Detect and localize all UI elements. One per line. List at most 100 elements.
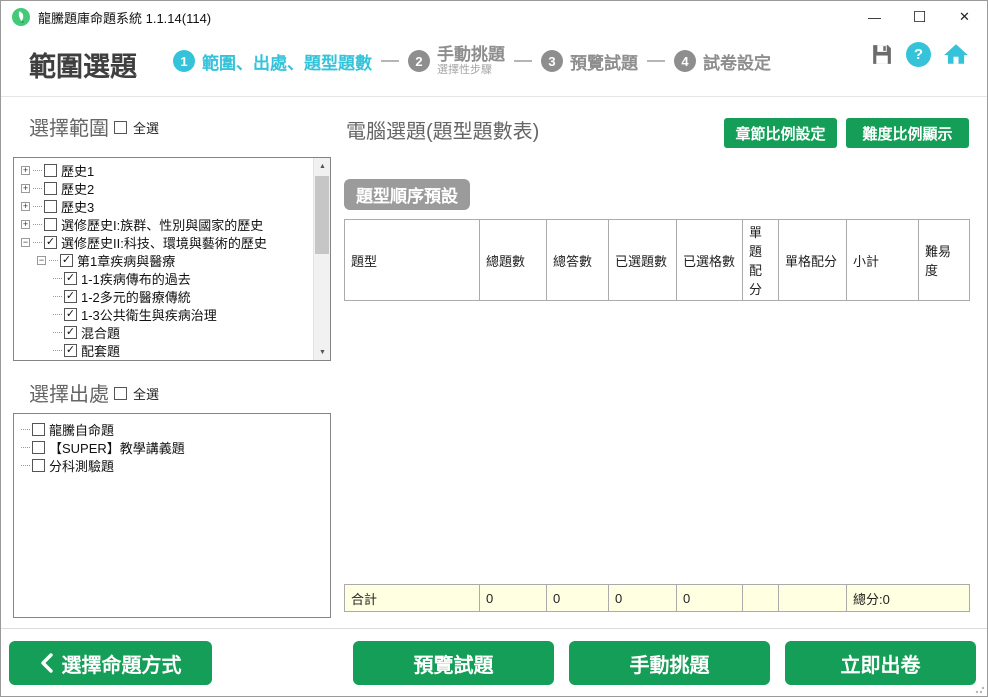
source-checkbox[interactable]	[32, 440, 45, 454]
source-list-box: 龍騰自命題 【SUPER】教學講義題 分科測驗題	[13, 413, 331, 618]
tree-connector	[33, 223, 42, 225]
manual-pick-button[interactable]: 手動挑題	[569, 641, 770, 685]
expand-icon[interactable]: +	[21, 165, 30, 175]
help-icon[interactable]: ?	[906, 41, 931, 67]
step-indicator: 1 範圍、出處、題型題數 2 手動挑題 選擇性步驟 3 預覽試題 4 試卷設定	[173, 39, 771, 83]
source-checkbox[interactable]	[32, 422, 45, 436]
collapse-icon[interactable]: −	[21, 237, 30, 247]
step-4-label: 試卷設定	[703, 53, 771, 73]
tree-item-label[interactable]: 1-2多元的醫療傳統	[81, 287, 191, 306]
tree-checkbox[interactable]: ✓	[44, 235, 57, 249]
list-item[interactable]: 龍騰自命題	[14, 420, 330, 438]
tree-item-label[interactable]: 歷史1	[61, 161, 94, 180]
tree-checkbox[interactable]: ✓	[64, 325, 77, 339]
source-item-label[interactable]: 【SUPER】教學講義題	[49, 438, 185, 457]
scope-select-all[interactable]: 全選	[114, 118, 159, 137]
tree-item[interactable]: ✓ 1-2多元的醫療傳統	[14, 287, 313, 305]
source-select-all-label: 全選	[133, 387, 160, 402]
close-button[interactable]: ✕	[942, 1, 987, 33]
type-order-default-button[interactable]: 題型順序預設	[344, 179, 470, 210]
tree-item-label[interactable]: 歷史2	[61, 179, 94, 198]
tree-item-label[interactable]: 配套題	[81, 341, 120, 360]
tree-item-label[interactable]: 選修歷史I:族群、性別與國家的歷史	[61, 215, 263, 234]
tree-item[interactable]: ✓ 1-1疾病傳布的過去	[14, 269, 313, 287]
selected-questions-value: 0	[608, 584, 677, 612]
expand-icon[interactable]: +	[21, 201, 30, 211]
save-icon[interactable]	[868, 41, 894, 67]
column-header: 總答數	[546, 219, 609, 301]
tree-checkbox[interactable]: ✓	[64, 307, 77, 321]
source-item-label[interactable]: 龍騰自命題	[49, 420, 114, 439]
step-1-scope: 1 範圍、出處、題型題數	[173, 49, 372, 74]
collapse-icon[interactable]: −	[37, 255, 46, 265]
tree-item[interactable]: − ✓ 選修歷史II:科技、環境與藝術的歷史	[14, 233, 313, 251]
back-to-method-button[interactable]: 選擇命題方式	[9, 641, 212, 685]
source-select-all-checkbox[interactable]	[114, 387, 127, 400]
header-icons: ?	[868, 41, 969, 67]
app-window: 龍騰題庫命題系統 1.1.14(114) — ☐ ✕ 範圍選題 1 範圍、出處、…	[0, 0, 988, 697]
chapter-ratio-button[interactable]: 章節比例設定	[724, 118, 837, 148]
column-header: 已選題數	[608, 219, 677, 301]
expand-icon[interactable]: +	[21, 219, 30, 229]
tree-item[interactable]: ✓ 混合題	[14, 323, 313, 341]
tree-item-label[interactable]: 歷史3	[61, 197, 94, 216]
step-3-circle: 3	[541, 50, 563, 72]
tree-checkbox[interactable]: ✓	[60, 253, 73, 267]
tree-checkbox[interactable]	[44, 199, 57, 213]
tree-item-label[interactable]: 1-1疾病傳布的過去	[81, 269, 191, 288]
tree-item[interactable]: + 歷史1	[14, 161, 313, 179]
source-item-label[interactable]: 分科測驗題	[49, 456, 114, 475]
resize-grip[interactable]	[975, 684, 985, 694]
tree-connector	[33, 169, 42, 171]
step-1-label: 範圍、出處、題型題數	[202, 53, 372, 73]
tree-item[interactable]: − ✓ 第1章疾病與醫療	[14, 251, 313, 269]
header-divider	[1, 96, 987, 97]
scroll-down-icon[interactable]: ▼	[314, 344, 330, 360]
difficulty-ratio-button[interactable]: 難度比例顯示	[846, 118, 969, 148]
maximize-button[interactable]: ☐	[897, 1, 942, 33]
step-2-manual-pick: 2 手動挑題 選擇性步驟	[408, 45, 505, 77]
scope-tree-box: + 歷史1 + 歷史2 + 歷史3 + 選修歷史I:族群、性別與國家的歷史 − …	[13, 157, 331, 361]
tree-item-label[interactable]: 選修歷史II:科技、環境與藝術的歷史	[61, 233, 267, 252]
tree-item[interactable]: ✓ 1-3公共衛生與疾病治理	[14, 305, 313, 323]
tree-checkbox[interactable]	[44, 217, 57, 231]
tree-checkbox[interactable]	[44, 181, 57, 195]
total-score-value: 總分:0	[846, 584, 970, 612]
step-3-preview: 3 預覽試題	[541, 49, 638, 74]
tree-item-label[interactable]: 混合題	[81, 323, 120, 342]
step-2-sublabel: 選擇性步驟	[437, 64, 492, 77]
tree-checkbox[interactable]: ✓	[64, 343, 77, 357]
scrollbar-thumb[interactable]	[315, 176, 329, 254]
minimize-button[interactable]: —	[852, 1, 897, 33]
tree-checkbox[interactable]: ✓	[64, 289, 77, 303]
list-item[interactable]: 【SUPER】教學講義題	[14, 438, 330, 456]
generate-paper-button[interactable]: 立即出卷	[785, 641, 976, 685]
source-checkbox[interactable]	[32, 458, 45, 472]
preview-questions-button[interactable]: 預覽試題	[353, 641, 554, 685]
tree-connector	[53, 349, 62, 351]
tree-item[interactable]: + 選修歷史I:族群、性別與國家的歷史	[14, 215, 313, 233]
tree-scrollbar[interactable]: ▲ ▼	[313, 158, 330, 360]
tree-item[interactable]: + 歷史3	[14, 197, 313, 215]
scope-section-title: 選擇範圍	[29, 118, 109, 140]
scroll-up-icon[interactable]: ▲	[314, 158, 330, 174]
column-header: 題型	[344, 219, 480, 301]
tree-item[interactable]: ✓ 配套題	[14, 341, 313, 359]
source-section-title: 選擇出處	[29, 384, 109, 406]
preview-button-label: 預覽試題	[413, 654, 494, 677]
expand-icon[interactable]: +	[21, 183, 30, 193]
tree-item-label[interactable]: 1-3公共衛生與疾病治理	[81, 305, 217, 324]
tree-connector	[21, 428, 30, 430]
tree-item[interactable]: + 歷史2	[14, 179, 313, 197]
list-item[interactable]: 分科測驗題	[14, 456, 330, 474]
step-connector	[514, 60, 532, 62]
column-header: 單題配分	[742, 219, 779, 301]
home-icon[interactable]	[943, 41, 969, 67]
tree-connector	[21, 464, 30, 466]
selected-cells-value: 0	[676, 584, 743, 612]
tree-checkbox[interactable]	[44, 163, 57, 177]
scope-select-all-checkbox[interactable]	[114, 121, 127, 134]
tree-item-label[interactable]: 第1章疾病與醫療	[77, 251, 175, 270]
source-select-all[interactable]: 全選	[114, 384, 159, 403]
tree-checkbox[interactable]: ✓	[64, 271, 77, 285]
